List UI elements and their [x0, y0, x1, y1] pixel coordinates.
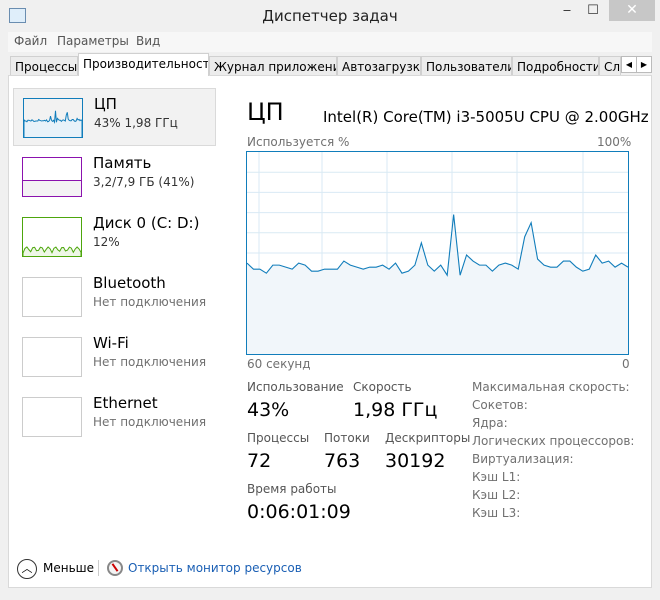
- tab-details[interactable]: Подробности: [512, 56, 599, 77]
- thumbnail-graph: [22, 157, 82, 197]
- thumbnail-graph: [22, 277, 82, 317]
- tab-scroll-left-icon[interactable]: ◀: [621, 56, 637, 73]
- tab-bar: Процессы Производительность Журнал прило…: [8, 53, 652, 77]
- threads-value: 763: [324, 450, 361, 472]
- processes-value: 72: [247, 450, 272, 472]
- thumbnail-graph: [22, 337, 82, 377]
- y-max-label: 100%: [597, 135, 632, 149]
- minimize-button[interactable]: ‒: [553, 0, 581, 21]
- open-resource-monitor-link[interactable]: Открыть монитор ресурсов: [128, 561, 302, 575]
- spec-label: Максимальная скорость:: [472, 380, 630, 394]
- menu-view[interactable]: Вид: [136, 34, 160, 48]
- tab-startup[interactable]: Автозагрузка: [337, 56, 421, 77]
- spec-label: Виртуализация:: [472, 452, 574, 466]
- menu-options[interactable]: Параметры: [57, 34, 129, 48]
- performance-panel: ЦП 43% 1,98 ГГц Память 3,2/7,9 ГБ (41%) Диск…: [8, 75, 652, 588]
- divider: [98, 560, 99, 576]
- sidebar-item-память[interactable]: Память 3,2/7,9 ГБ (41%): [13, 148, 216, 206]
- usage-area: [247, 214, 628, 354]
- handles-label: Дескрипторы: [385, 431, 471, 445]
- tab-services[interactable]: Службы: [599, 56, 621, 77]
- sidebar-item-name: Диск 0 (C: D:): [93, 214, 200, 232]
- menu-bar: Файл Параметры Вид: [8, 32, 652, 52]
- uptime-label: Время работы: [247, 482, 337, 496]
- close-button[interactable]: ✕: [609, 0, 655, 21]
- page-title: ЦП: [247, 98, 284, 126]
- spec-label: Логических процессоров:: [472, 434, 635, 448]
- sidebar-item-name: Wi-Fi: [93, 334, 129, 352]
- spec-label: Сокетов:: [472, 398, 528, 412]
- sidebar-item-detail: Нет подключения: [93, 355, 207, 369]
- tab-users[interactable]: Пользователи: [421, 56, 512, 77]
- thumbnail-graph: [23, 98, 83, 138]
- spec-label: Кэш L1:: [472, 470, 521, 484]
- tab-app-history[interactable]: Журнал приложений: [209, 56, 337, 77]
- y-axis-label: Используется %: [247, 135, 350, 149]
- sidebar-item-name: Bluetooth: [93, 274, 166, 292]
- resource-monitor-icon: [107, 560, 123, 576]
- sidebar-item-name: Ethernet: [93, 394, 158, 412]
- spec-label: Кэш L3:: [472, 506, 521, 520]
- sidebar-item-detail: 12%: [93, 235, 120, 249]
- threads-label: Потоки: [324, 431, 370, 445]
- sidebar-item-диск-0-c-d-[interactable]: Диск 0 (C: D:) 12%: [13, 208, 216, 266]
- cpu-name: Intel(R) Core(TM) i3-5005U CPU @ 2.00GHz: [323, 108, 649, 126]
- sidebar-item-bluetooth[interactable]: Bluetooth Нет подключения: [13, 268, 216, 326]
- title-bar: Диспетчер задач ‒ ☐ ✕: [0, 0, 660, 32]
- usage-value: 43%: [247, 399, 290, 421]
- menu-file[interactable]: Файл: [14, 34, 47, 48]
- maximize-button[interactable]: ☐: [579, 0, 607, 21]
- thumbnail-graph: [22, 397, 82, 437]
- tab-performance[interactable]: Производительность: [78, 53, 209, 76]
- speed-value: 1,98 ГГц: [353, 399, 438, 421]
- speed-label: Скорость: [353, 380, 412, 394]
- sidebar-item-detail: 3,2/7,9 ГБ (41%): [93, 175, 195, 189]
- sidebar-item-detail: 43% 1,98 ГГц: [94, 116, 178, 130]
- fewer-details-button[interactable]: Меньше: [43, 561, 94, 575]
- sidebar-item-wi-fi[interactable]: Wi-Fi Нет подключения: [13, 328, 216, 386]
- handles-value: 30192: [385, 450, 446, 472]
- cpu-usage-chart: [246, 151, 629, 355]
- tab-processes[interactable]: Процессы: [10, 56, 78, 77]
- processes-label: Процессы: [247, 431, 310, 445]
- sidebar-item-detail: Нет подключения: [93, 415, 207, 429]
- spec-label: Ядра:: [472, 416, 508, 430]
- spec-label: Кэш L2:: [472, 488, 521, 502]
- uptime-value: 0:06:01:09: [247, 501, 351, 523]
- sidebar-item-ethernet[interactable]: Ethernet Нет подключения: [13, 388, 216, 446]
- x-left-label: 60 секунд: [247, 357, 311, 371]
- sidebar-item-цп[interactable]: ЦП 43% 1,98 ГГц: [13, 88, 216, 146]
- tab-scroll-right-icon[interactable]: ▶: [636, 56, 652, 73]
- sidebar-item-name: Память: [93, 154, 152, 172]
- x-right-label: 0: [622, 357, 630, 371]
- thumbnail-graph: [22, 217, 82, 257]
- chevron-up-icon[interactable]: ︿: [17, 559, 37, 579]
- usage-label: Использование: [247, 380, 344, 394]
- sidebar-item-detail: Нет подключения: [93, 295, 207, 309]
- sidebar-item-name: ЦП: [94, 95, 117, 113]
